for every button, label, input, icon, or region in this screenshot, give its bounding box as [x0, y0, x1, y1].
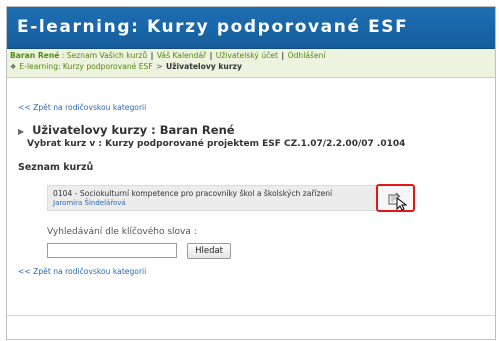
page-subtitle: Vybrat kurz v : Kurzy podporované projek…: [27, 139, 406, 149]
logout-link[interactable]: Odhlášení: [288, 51, 326, 60]
back-to-parent-category-link-bottom[interactable]: << Zpět na rodičovskou kategorii: [18, 267, 146, 276]
back-to-parent-category-link[interactable]: << Zpět na rodičovskou kategorii: [18, 103, 146, 112]
menu-separator: |: [150, 51, 154, 60]
page-heading: ▶ Uživatelovy kurzy : Baran René Vybrat …: [18, 119, 405, 149]
browser-page: E-learning: Kurzy podporované ESF Baran …: [6, 6, 496, 340]
user-name: Baran René: [10, 51, 60, 60]
site-title: E-learning: Kurzy podporované ESF: [17, 17, 409, 37]
navigation-bar: Baran René : Seznam Vašich kurzů | Váš K…: [7, 49, 495, 78]
calendar-link[interactable]: Váš Kalendář: [157, 51, 206, 60]
mouse-pointer-icon: [396, 196, 408, 215]
course-list-heading: Seznam kurzů: [18, 162, 94, 173]
enrol-button[interactable]: [376, 184, 415, 212]
breadcrumb-home-link[interactable]: E-learning: Kurzy podporované ESF: [19, 62, 152, 71]
course-name-link[interactable]: 0104 - Sociokulturní kompetence pro prac…: [53, 189, 379, 199]
menu-separator: |: [281, 51, 285, 60]
breadcrumb-arrow: >: [156, 62, 163, 71]
user-menu: Baran René : Seznam Vašich kurzů | Váš K…: [10, 51, 492, 61]
home-icon: ❖: [10, 63, 17, 71]
search-button[interactable]: Hledat: [187, 242, 232, 259]
course-list-item[interactable]: 0104 - Sociokulturní kompetence pro prac…: [47, 185, 385, 211]
site-header: E-learning: Kurzy podporované ESF: [7, 7, 495, 49]
breadcrumb: ❖ E-learning: Kurzy podporované ESF > Už…: [10, 62, 492, 72]
page-title: Uživatelovy kurzy : Baran René: [32, 123, 235, 137]
breadcrumb-current: Uživatelovy kurzy: [165, 62, 242, 71]
search-label: Vyhledávání dle klíčového slova :: [47, 227, 197, 237]
footer-divider: [7, 315, 495, 316]
collapse-triangle-icon: ▶: [18, 127, 25, 136]
search-input[interactable]: [47, 243, 177, 258]
course-teacher-link[interactable]: Jaromíra Šindelářová: [53, 199, 379, 208]
user-separator: :: [61, 51, 65, 60]
menu-separator: |: [209, 51, 213, 60]
user-account-link[interactable]: Uživatelský účet: [216, 51, 278, 60]
search-form: Hledat: [47, 240, 232, 259]
my-courses-link[interactable]: Seznam Vašich kurzů: [67, 51, 147, 60]
